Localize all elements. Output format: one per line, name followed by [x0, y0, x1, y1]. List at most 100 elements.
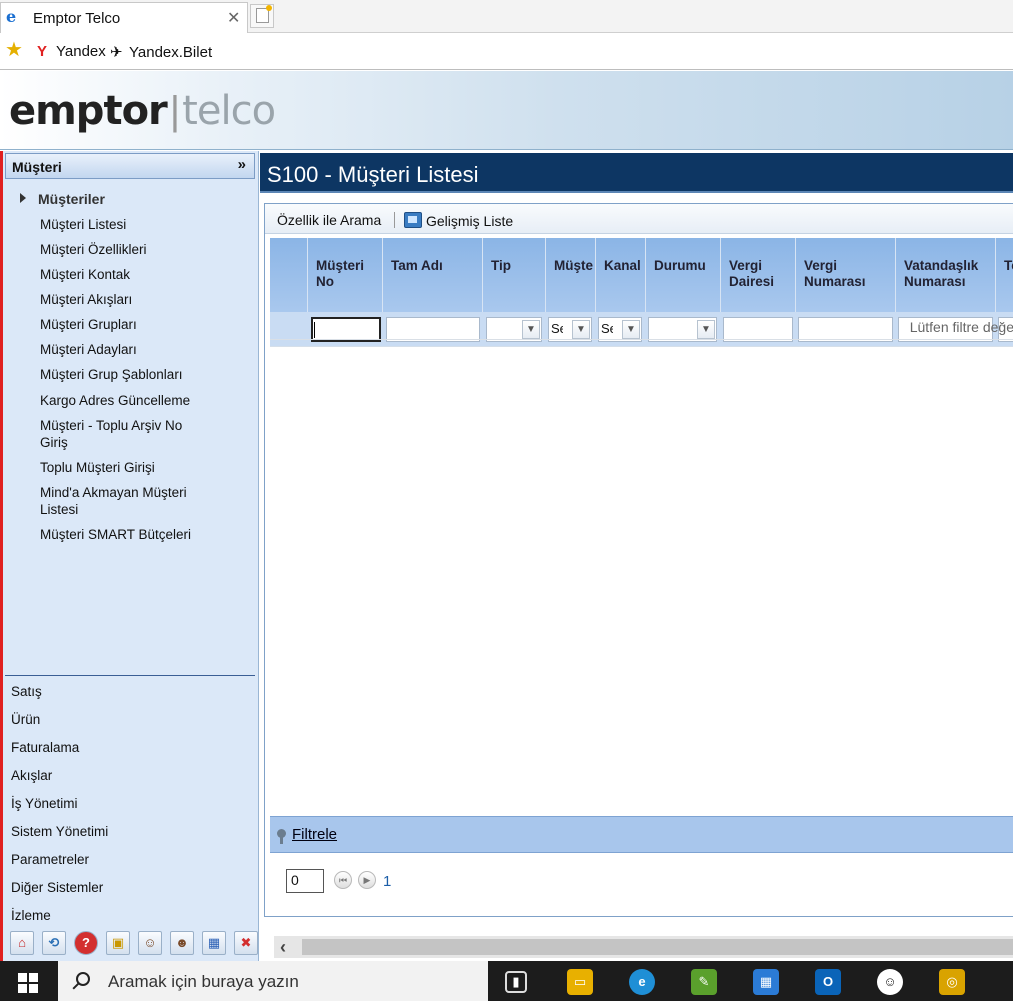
sidebar-item-kargo-adres-guncelleme[interactable]: Kargo Adres Güncelleme — [40, 392, 240, 417]
database-tool-icon[interactable]: ◎ — [939, 969, 965, 995]
sidebar-item-musteri-adaylari[interactable]: Müşteri Adayları — [40, 341, 240, 366]
sidebar-group-musteriler[interactable]: Müşteriler — [20, 191, 105, 207]
first-page-icon[interactable]: ⏮ — [334, 871, 352, 889]
tab-title: Emptor Telco — [33, 10, 121, 27]
column-header-vatandaslik-numarasi[interactable]: Vatandaşlık Numarası — [896, 238, 996, 312]
page-number-link[interactable]: 1 — [383, 873, 391, 890]
customer-grid: Müşteri No Tam Adı Tip Müşte Kanal Durum… — [270, 238, 1013, 368]
sidebar-header-title: Müşteri — [12, 159, 62, 175]
toolbar-separator — [394, 212, 395, 228]
sidebar-section-satis[interactable]: Satış — [11, 684, 108, 712]
sidebar-section-urun[interactable]: Ürün — [11, 712, 108, 740]
browser-tab[interactable]: e Emptor Telco ✕ — [0, 2, 248, 33]
favorites-star-icon[interactable]: ★ — [5, 40, 23, 60]
customer-list-panel: Özellik ile Arama Gelişmiş Liste Müşteri… — [264, 203, 1013, 917]
sidebar-item-musteri-smart-butceleri[interactable]: Müşteri SMART Bütçeleri — [40, 526, 240, 551]
app-logo: emptor|telco — [9, 88, 276, 134]
filter-pin-icon — [277, 829, 286, 844]
windows-start-icon[interactable] — [18, 973, 38, 993]
sidebar-item-musteri-grup-sablonlari[interactable]: Müşteri Grup Şablonları — [40, 366, 240, 392]
sidebar-section-akislar[interactable]: Akışlar — [11, 768, 108, 796]
page-title-bar: S100 - Müşteri Listesi — [260, 153, 1013, 193]
empty-hint: Lütfen filtre değe — [270, 314, 1013, 340]
column-header-select — [270, 238, 308, 312]
column-header-musteri-no[interactable]: Müşteri No — [308, 238, 383, 312]
file-explorer-icon[interactable]: ▭ — [567, 969, 593, 995]
empty-hint-text: Lütfen filtre değe — [909, 319, 1013, 335]
filter-bar: Filtrele — [270, 816, 1013, 853]
app-header: emptor|telco — [0, 71, 1013, 150]
pager: 0 ⏮ ▶ 1 — [270, 854, 1013, 914]
app-icon[interactable]: ☺ — [877, 969, 903, 995]
sidebar-section-diger-sistemler[interactable]: Diğer Sistemler — [11, 880, 108, 908]
column-header-te[interactable]: Te — [996, 238, 1013, 312]
sidebar-item-musteri-kontak[interactable]: Müşteri Kontak — [40, 266, 240, 291]
column-header-tip[interactable]: Tip — [483, 238, 546, 312]
page-title: S100 - Müşteri Listesi — [267, 162, 479, 187]
favorites-bar: ★ Y Yandex ✈ Yandex.Bilet — [0, 33, 1013, 70]
sidebar-section-is-yonetimi[interactable]: İş Yönetimi — [11, 796, 108, 824]
column-header-vergi-numarasi[interactable]: Vergi Numarası — [796, 238, 896, 312]
sidebar-items: Müşteri Listesi Müşteri Özellikleri Müşt… — [40, 216, 240, 551]
windows-taskbar: Aramak için buraya yazın ▮ ▭ e ✎ ▦ O ☺ ◎ — [0, 961, 1013, 1001]
sidebar-section-sistem-yonetimi[interactable]: Sistem Yönetimi — [11, 824, 108, 852]
yandex-icon: Y — [37, 43, 48, 60]
collapse-chevron-icon[interactable]: » — [238, 156, 246, 173]
favorite-yandex-bilet[interactable]: ✈ Yandex.Bilet — [110, 43, 212, 61]
column-header-musteri-segment[interactable]: Müşte — [546, 238, 596, 312]
users-icon[interactable]: ☺ — [138, 931, 162, 955]
plane-icon: ✈ — [110, 44, 123, 61]
ie-icon: e — [6, 7, 17, 26]
list-toolbar: Özellik ile Arama Gelişmiş Liste — [265, 204, 1013, 234]
taskbar-search[interactable]: Aramak için buraya yazın — [58, 961, 488, 1001]
lock-icon[interactable]: ▣ — [106, 931, 130, 955]
scrollbar-thumb[interactable] — [302, 939, 1013, 955]
browser-tab-bar: e Emptor Telco ✕ — [0, 0, 1013, 33]
column-header-durumu[interactable]: Durumu — [646, 238, 721, 312]
column-header-tam-adi[interactable]: Tam Adı — [383, 238, 483, 312]
sidebar-section-faturalama[interactable]: Faturalama — [11, 740, 108, 768]
new-tab-icon — [256, 5, 272, 23]
taskbar-search-placeholder: Aramak için buraya yazın — [108, 972, 299, 991]
column-header-kanal[interactable]: Kanal — [596, 238, 646, 312]
store-icon[interactable]: ▦ — [753, 969, 779, 995]
sidebar-item-musteri-akislari[interactable]: Müşteri Akışları — [40, 291, 240, 316]
logo-separator: | — [169, 89, 180, 133]
sidebar-item-toplu-musteri-girisi[interactable]: Toplu Müşteri Girişi — [40, 459, 240, 484]
windows-icon[interactable]: ▦ — [202, 931, 226, 955]
close-icon[interactable]: ✖ — [234, 931, 258, 955]
sidebar-item-musteri-ozellikleri[interactable]: Müşteri Özellikleri — [40, 241, 240, 266]
main-content: S100 - Müşteri Listesi Özellik ile Arama… — [260, 151, 1013, 961]
horizontal-scrollbar[interactable]: ‹ — [274, 936, 1013, 958]
sidebar: Müşteri » Müşteriler Müşteri Listesi Müş… — [0, 151, 259, 961]
sidebar-sections: Satış Ürün Faturalama Akışlar İş Yönetim… — [11, 684, 108, 936]
scroll-left-icon[interactable]: ‹ — [280, 937, 286, 958]
refresh-icon[interactable]: ⟲ — [42, 931, 66, 955]
column-header-vergi-dairesi[interactable]: Vergi Dairesi — [721, 238, 796, 312]
sidebar-item-minda-akmayan-musteri-listesi[interactable]: Mind'a Akmayan Müşteri Listesi — [40, 484, 200, 526]
home-icon[interactable]: ⌂ — [10, 931, 34, 955]
tab-close-icon[interactable]: ✕ — [227, 8, 240, 28]
advanced-list-icon — [404, 212, 422, 228]
search-by-property-button[interactable]: Özellik ile Arama — [277, 212, 381, 228]
sidebar-item-musteri-listesi[interactable]: Müşteri Listesi — [40, 216, 240, 241]
favorite-yandex[interactable]: Y Yandex — [37, 43, 106, 60]
notepad-icon[interactable]: ✎ — [691, 969, 717, 995]
next-page-icon[interactable]: ▶ — [358, 871, 376, 889]
logo-brand: emptor — [9, 88, 168, 134]
sidebar-divider — [5, 675, 255, 676]
task-view-icon[interactable]: ▮ — [505, 971, 527, 993]
user-switch-icon[interactable]: ☻ — [170, 931, 194, 955]
filter-link[interactable]: Filtrele — [292, 826, 337, 843]
advanced-list-button[interactable]: Gelişmiş Liste — [404, 212, 513, 229]
sidebar-item-musteri-gruplari[interactable]: Müşteri Grupları — [40, 316, 240, 341]
outlook-icon[interactable]: O — [815, 969, 841, 995]
sidebar-item-toplu-arsiv-no-giris[interactable]: Müşteri - Toplu Arşiv No Giriş — [40, 417, 200, 459]
sidebar-section-parametreler[interactable]: Parametreler — [11, 852, 108, 880]
edge-icon[interactable]: e — [629, 969, 655, 995]
new-tab-button[interactable] — [250, 4, 274, 28]
logo-product: telco — [182, 88, 276, 134]
help-icon[interactable]: ? — [74, 931, 98, 955]
sidebar-header[interactable]: Müşteri » — [5, 153, 255, 179]
page-input[interactable]: 0 — [286, 869, 324, 893]
